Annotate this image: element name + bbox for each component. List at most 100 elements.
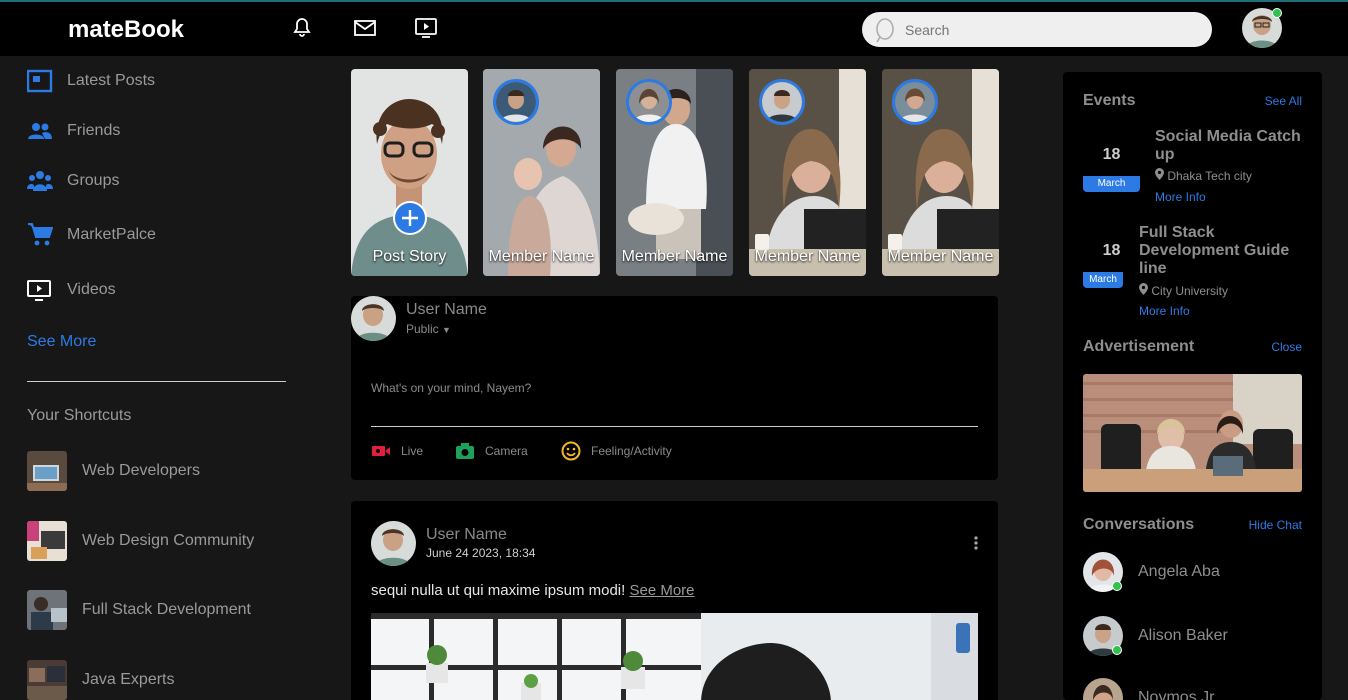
sidebar-item-label: Groups [67,172,120,189]
see-all-events-link[interactable]: See All [1265,94,1302,108]
conversation-name: Alison Baker [1138,627,1228,644]
shortcuts-heading: Your Shortcuts [27,407,132,424]
event-more-info-link[interactable]: More Info [1155,190,1206,204]
online-status-dot [1272,8,1282,18]
videos-icon [27,280,51,301]
conversation-name: Angela Aba [1138,563,1220,580]
sidebar-item-marketplace[interactable]: MarketPalce [27,220,156,250]
online-status-dot [1112,581,1122,591]
shortcut-thumbnail [27,590,67,630]
shortcut-label: Full Stack Development [82,601,251,618]
conversation-name: Noymos Jr [1138,689,1215,700]
location-pin-icon [1139,283,1148,295]
hide-chat-link[interactable]: Hide Chat [1249,518,1302,532]
sidebar-item-videos[interactable]: Videos [27,275,116,305]
story-label: Member Name [887,248,994,265]
sidebar-item-label: MarketPalce [67,226,156,243]
sidebar-item-label: Latest Posts [67,72,156,89]
app-logo[interactable]: mateBook [68,16,184,44]
camera-label: Camera [485,444,528,458]
shortcut-thumbnail [27,521,67,561]
bell-icon[interactable] [289,16,315,40]
advertisement-image[interactable] [1083,374,1302,492]
shortcut-java-experts[interactable]: Java Experts [27,660,327,700]
video-icon[interactable] [413,16,439,40]
search-icon [876,18,894,43]
post-author-name[interactable]: User Name [426,526,507,544]
post-author-avatar[interactable] [371,521,416,566]
story-avatar [626,79,672,125]
post-story-card[interactable]: Post Story [351,69,468,276]
mail-icon[interactable] [352,16,378,40]
status-input[interactable]: What's on your mind, Nayem? [371,381,531,395]
close-ad-link[interactable]: Close [1271,340,1302,354]
online-status-dot [1112,645,1122,655]
story-card[interactable]: Member Name [616,69,733,276]
story-avatar [759,79,805,125]
event-location-text: Dhaka Tech city [1167,169,1252,183]
sidebar-item-friends[interactable]: Friends [27,116,120,146]
story-label: Member Name [754,248,861,265]
story-label: Member Name [488,248,595,265]
sidebar-item-label: Videos [67,281,116,298]
conversation-item[interactable]: Alison Baker [1083,616,1313,656]
event-title[interactable]: Full Stack Development Guide line [1139,224,1314,278]
story-card[interactable]: Member Name [882,69,999,276]
story-card[interactable]: Member Name [749,69,866,276]
events-heading: Events [1083,92,1136,109]
shortcut-label: Web Design Community [82,532,255,549]
sidebar-divider [27,381,286,382]
see-more-link[interactable]: See More [27,333,96,351]
event-month: March [1083,272,1123,288]
sidebar-item-groups[interactable]: Groups [27,166,119,196]
event-location: Dhaka Tech city [1155,168,1252,183]
groups-icon [27,171,53,191]
sidebar-item-label: Friends [67,122,121,139]
event-date-box: 18 March [1083,132,1140,192]
event-day: 18 [1102,242,1121,259]
advertisement-heading: Advertisement [1083,338,1195,355]
post-composer: User Name Public ▼ What's on your mind, … [351,296,998,480]
navbar: mateBook Search [0,2,1348,56]
conversation-item[interactable]: Angela Aba [1083,552,1313,592]
search-input[interactable]: Search [905,22,949,38]
post-text-row: sequi nulla ut qui maxime ipsum modi! Se… [371,582,695,599]
event-date-box: 18 March [1083,228,1140,288]
post-image[interactable] [371,613,978,700]
live-video-icon [372,446,390,456]
shortcut-thumbnail [27,451,67,491]
event-day: 18 [1102,146,1121,163]
more-options-icon[interactable] [973,535,979,551]
shortcut-label: Web Developers [82,462,200,479]
story-card[interactable]: Member Name [483,69,600,276]
event-location-text: City University [1151,284,1229,298]
search-bar[interactable]: Search [862,12,1212,47]
sidebar-item-latest-posts[interactable]: Latest Posts [27,66,155,96]
story-label: Post Story [372,248,447,265]
event-month: March [1083,176,1140,192]
post-timestamp: June 24 2023, 18:34 [426,546,536,560]
event-title[interactable]: Social Media Catch up [1155,128,1315,164]
story-image [351,69,468,276]
post-card: User Name June 24 2023, 18:34 sequi null… [351,501,998,700]
conversation-item[interactable]: Noymos Jr [1083,678,1313,700]
story-label: Member Name [621,248,728,265]
cart-icon [28,223,53,246]
shortcut-thumbnail [27,660,67,700]
story-avatar [493,79,539,125]
composer-user-name: User Name [406,301,487,318]
conversations-heading: Conversations [1083,516,1195,533]
left-sidebar: Latest Posts Friends Groups MarketPalce … [0,56,330,700]
event-more-info-link[interactable]: More Info [1139,304,1190,318]
post-see-more-link[interactable]: See More [629,582,694,599]
shortcut-full-stack-development[interactable]: Full Stack Development [27,590,327,630]
right-sidebar: Events See All 18 March Social Media Cat… [1063,72,1322,700]
shortcut-web-design-community[interactable]: Web Design Community [27,521,327,561]
smiley-icon [561,441,581,461]
composer-divider [371,426,978,427]
shortcut-web-developers[interactable]: Web Developers [27,451,327,491]
camera-icon [456,443,474,459]
latest-posts-icon [27,69,53,93]
add-story-icon[interactable] [393,201,427,235]
privacy-selector[interactable]: Public ▼ [406,322,451,336]
